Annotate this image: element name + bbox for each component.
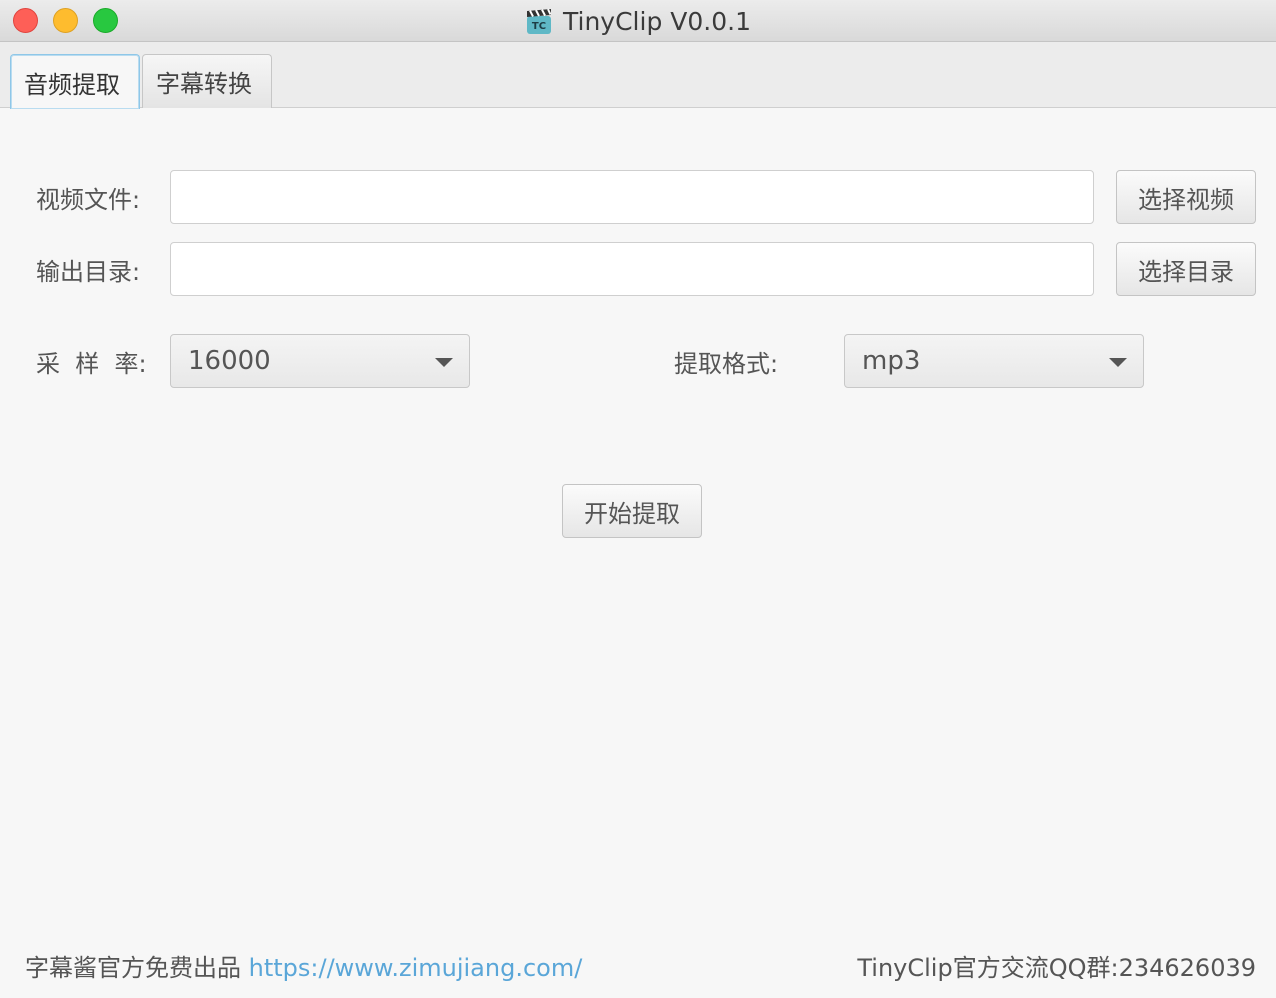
output-dir-label: 输出目录: — [36, 257, 141, 286]
sample-rate-value: 16000 — [188, 346, 271, 376]
tab-subtitle-convert[interactable]: 字幕转换 — [142, 54, 272, 108]
choose-video-button[interactable]: 选择视频 — [1116, 170, 1256, 224]
sample-rate-label: 采 样 率: — [36, 349, 147, 378]
website-link[interactable]: https://www.zimujiang.com/ — [249, 954, 583, 982]
window-title: TinyClip V0.0.1 — [563, 6, 751, 36]
chevron-down-icon — [1109, 358, 1127, 367]
format-select[interactable]: mp3 — [844, 334, 1144, 388]
footer-credit-text: 字幕酱官方免费出品 — [25, 954, 249, 982]
tab-bar: 音频提取 字幕转换 — [0, 42, 1276, 109]
title-group: TC TinyClip V0.0.1 — [0, 0, 1276, 42]
start-extract-button[interactable]: 开始提取 — [562, 484, 702, 538]
footer-credit: 字幕酱官方免费出品 https://www.zimujiang.com/ — [25, 948, 582, 983]
chevron-down-icon — [435, 358, 453, 367]
sample-rate-select[interactable]: 16000 — [170, 334, 470, 388]
title-bar: TC TinyClip V0.0.1 — [0, 0, 1276, 42]
tab-audio-extract[interactable]: 音频提取 — [10, 54, 140, 109]
video-file-label: 视频文件: — [36, 185, 141, 214]
format-value: mp3 — [862, 346, 921, 376]
output-dir-input[interactable] — [170, 242, 1094, 296]
clapperboard-app-icon: TC — [527, 8, 552, 34]
format-label: 提取格式: — [674, 349, 779, 378]
video-file-input[interactable] — [170, 170, 1094, 224]
footer-qq-group: TinyClip官方交流QQ群:234626039 — [857, 954, 1256, 982]
choose-directory-button[interactable]: 选择目录 — [1116, 242, 1256, 296]
app-icon-label: TC — [532, 21, 546, 32]
